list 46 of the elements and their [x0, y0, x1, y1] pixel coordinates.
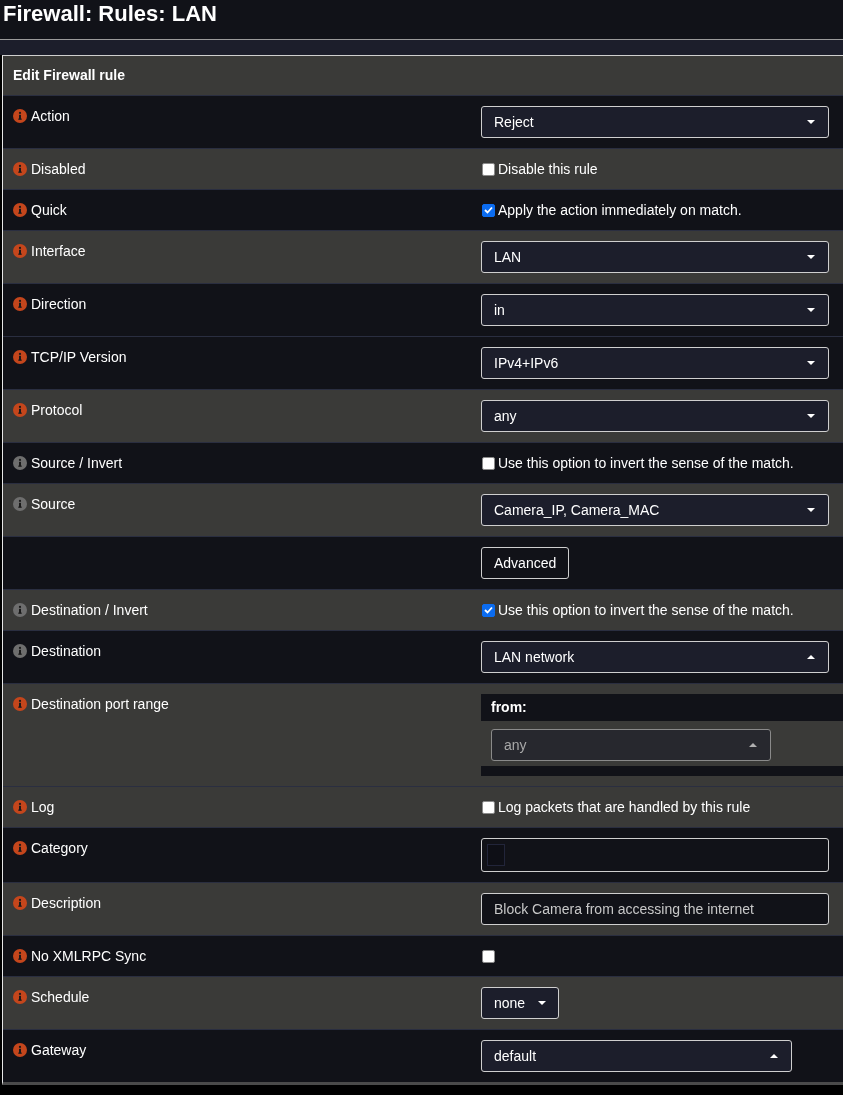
field-label: TCP/IP Version: [31, 348, 127, 367]
dropdown[interactable]: IPv4+IPv6: [481, 347, 829, 379]
checkbox-label[interactable]: Log packets that are handled by this rule: [498, 797, 751, 817]
checkbox[interactable]: [482, 162, 495, 176]
field-label: Schedule: [31, 988, 90, 1007]
checkbox[interactable]: [482, 203, 495, 217]
field-label: Action: [31, 107, 70, 126]
field-label: Direction: [31, 295, 87, 314]
field-label: Source: [31, 495, 76, 514]
checkbox-label[interactable]: Use this option to invert the sense of the match.: [498, 600, 794, 620]
dropdown[interactable]: Camera_IP, Camera_MAC: [481, 494, 829, 526]
tags-field[interactable]: [481, 838, 829, 872]
dropdown[interactable]: any: [481, 400, 829, 432]
tag-input-field[interactable]: [487, 844, 505, 866]
page-title: Firewall: Rules: LAN: [3, 0, 218, 27]
field-label: No XMLRPC Sync: [31, 947, 147, 966]
checkbox[interactable]: [482, 456, 495, 470]
checkbox[interactable]: [482, 949, 495, 963]
dropdown: any: [491, 729, 771, 761]
checkbox[interactable]: [482, 603, 495, 617]
dropdown[interactable]: Reject: [481, 106, 829, 138]
checkbox-label[interactable]: Disable this rule: [498, 159, 598, 179]
field-label: Description: [31, 894, 102, 913]
field-label: Quick: [31, 201, 67, 220]
checkbox[interactable]: [482, 800, 495, 814]
field-label: Category: [31, 839, 88, 858]
field-label: Destination port range: [31, 695, 169, 714]
dropdown[interactable]: LAN: [481, 241, 829, 273]
dropdown[interactable]: none: [481, 987, 560, 1019]
checkbox-label[interactable]: Apply the action immediately on match.: [498, 200, 742, 220]
dropdown[interactable]: default: [481, 1040, 792, 1072]
text-field[interactable]: Block Camera from accessing the internet: [481, 893, 829, 925]
checkbox-label[interactable]: Use this option to invert the sense of the match.: [498, 453, 794, 473]
column-header: from:: [491, 698, 527, 717]
dropdown[interactable]: LAN network: [481, 641, 829, 673]
field-label: Source / Invert: [31, 454, 123, 473]
field-label: Gateway: [31, 1041, 87, 1060]
field-label: Protocol: [31, 401, 83, 420]
field-label: Disabled: [31, 160, 86, 179]
field-label: Destination: [31, 642, 102, 661]
field-label: Destination / Invert: [31, 601, 148, 620]
field-label: Log: [31, 798, 55, 817]
field-label: Interface: [31, 242, 86, 261]
panel-title: Edit Firewall rule: [13, 66, 126, 85]
advanced-button[interactable]: Advanced: [481, 547, 570, 579]
dropdown[interactable]: in: [481, 294, 829, 326]
